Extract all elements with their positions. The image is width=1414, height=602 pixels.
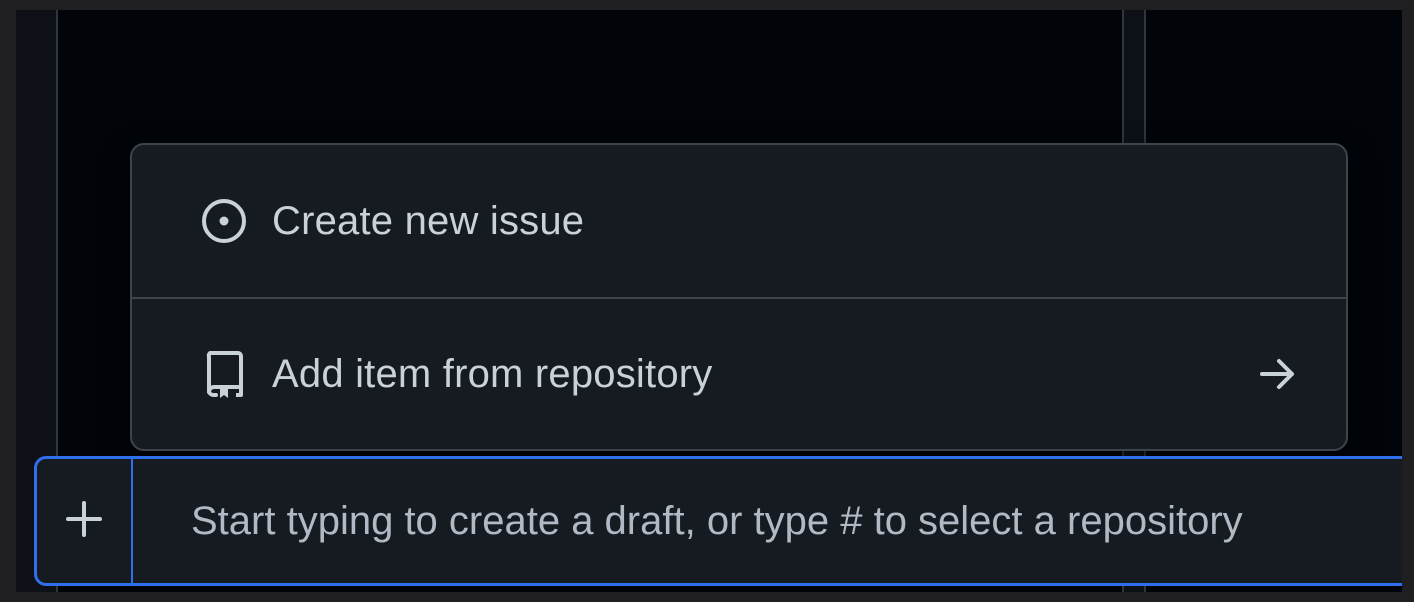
repo-icon bbox=[198, 348, 250, 400]
add-item-menu: Create new issue Add item from repositor… bbox=[130, 143, 1348, 451]
add-draft-bar bbox=[34, 456, 1402, 586]
menu-item-add-from-repository[interactable]: Add item from repository bbox=[132, 297, 1346, 449]
plus-icon bbox=[64, 499, 104, 544]
draft-item-input[interactable] bbox=[133, 459, 1402, 583]
menu-item-create-new-issue[interactable]: Create new issue bbox=[132, 145, 1346, 297]
menu-item-label: Create new issue bbox=[272, 198, 585, 243]
project-board: Create new issue Add item from repositor… bbox=[16, 10, 1402, 592]
add-item-button[interactable] bbox=[37, 459, 133, 583]
menu-item-label: Add item from repository bbox=[272, 351, 713, 396]
issue-opened-icon bbox=[198, 195, 250, 247]
arrow-right-icon bbox=[1258, 354, 1298, 394]
